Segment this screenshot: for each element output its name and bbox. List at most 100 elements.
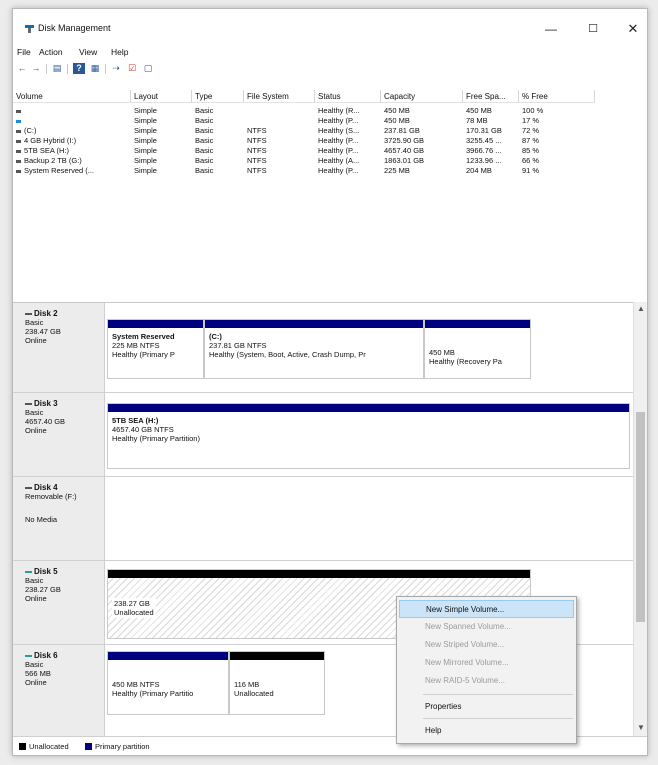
free-space-cell: 3966.76 ... bbox=[466, 146, 502, 155]
disk-size: 238.27 GB bbox=[25, 585, 61, 594]
layout-cell: Simple bbox=[134, 136, 157, 145]
table-row[interactable]: Simple Basic Healthy (P... 450 MB 78 MB … bbox=[13, 116, 613, 126]
partition-5tb-sea[interactable]: 5TB SEA (H:) 4657.40 GB NTFS Healthy (Prim… bbox=[107, 403, 630, 469]
partition-disk-6-unallocated[interactable]: 116 MB Unallocated bbox=[229, 651, 325, 715]
primary-partition-swatch bbox=[85, 743, 92, 750]
percent-free-cell: 17 % bbox=[522, 116, 540, 125]
toolbar-separator bbox=[67, 64, 68, 74]
layout-cell: Simple bbox=[134, 166, 157, 175]
menu-new-simple-volume[interactable]: New Simple Volume... bbox=[399, 600, 574, 618]
column-header-capacity[interactable]: Capacity bbox=[381, 90, 463, 103]
partition-recovery[interactable]: 450 MB Healthy (Recovery Pa bbox=[424, 319, 531, 379]
partition-system-reserved[interactable]: System Reserved 225 MB NTFS Healthy (Prima… bbox=[107, 319, 204, 379]
drive-icon bbox=[16, 109, 21, 113]
file-system-cell: NTFS bbox=[247, 126, 267, 135]
disk-label[interactable]: Disk 2 Basic 238.47 GB Online bbox=[13, 303, 105, 392]
scroll-thumb[interactable] bbox=[636, 412, 645, 622]
menu-view[interactable]: View bbox=[79, 47, 97, 57]
capacity-cell: 3725.90 GB bbox=[384, 136, 425, 145]
column-header-volume[interactable]: Volume bbox=[13, 90, 131, 103]
table-row[interactable]: Backup 2 TB (G:) Simple Basic NTFS Healt… bbox=[13, 156, 613, 166]
layout-cell: Simple bbox=[134, 126, 157, 135]
column-header-file-system[interactable]: File System bbox=[244, 90, 315, 103]
status-cell: Healthy (S... bbox=[318, 126, 360, 135]
disk-type: Basic bbox=[25, 576, 44, 585]
column-header-status[interactable]: Status bbox=[315, 90, 381, 103]
drive-icon bbox=[16, 119, 21, 123]
rescan-icon[interactable]: ⇢ bbox=[110, 63, 122, 74]
disk-icon bbox=[25, 486, 32, 489]
table-row[interactable]: 4 GB Hybrid (I:) Simple Basic NTFS Healt… bbox=[13, 136, 613, 146]
disk-name: Disk 6 bbox=[34, 651, 58, 660]
disk-icon bbox=[25, 570, 32, 573]
menu-new-spanned-volume[interactable]: New Spanned Volume... bbox=[399, 618, 574, 636]
menu-new-striped-volume[interactable]: New Striped Volume... bbox=[399, 636, 574, 654]
disk-state: Online bbox=[25, 426, 47, 435]
help-icon[interactable]: ? bbox=[73, 63, 85, 74]
check-icon[interactable]: ☑ bbox=[126, 63, 138, 74]
status-cell: Healthy (P... bbox=[318, 116, 359, 125]
panes-icon[interactable]: ▦ bbox=[89, 63, 101, 74]
volume-cell: System Reserved (... bbox=[16, 166, 128, 176]
table-row[interactable]: 5TB SEA (H:) Simple Basic NTFS Healthy (… bbox=[13, 146, 613, 156]
disk-management-icon bbox=[25, 25, 34, 33]
disk-row-disk-4: Disk 4 Removable (F:) No Media bbox=[13, 477, 633, 561]
scroll-down-icon[interactable]: ▼ bbox=[637, 723, 645, 732]
menu-help[interactable]: Help bbox=[111, 47, 128, 57]
disk-row-disk-3: Disk 3 Basic 4657.40 GB Online 5TB SEA (… bbox=[13, 393, 633, 477]
menu-file[interactable]: File bbox=[17, 47, 31, 57]
disk-icon bbox=[25, 312, 32, 315]
drive-icon bbox=[16, 169, 21, 173]
type-cell: Basic bbox=[195, 156, 214, 165]
view-icon[interactable]: ▢ bbox=[142, 63, 154, 74]
free-space-cell: 170.31 GB bbox=[466, 126, 502, 135]
percent-free-cell: 91 % bbox=[522, 166, 540, 175]
percent-free-cell: 87 % bbox=[522, 136, 540, 145]
column-header-percent-free[interactable]: % Free bbox=[519, 90, 595, 103]
volume-cell: (C:) bbox=[16, 126, 128, 136]
layout-cell: Simple bbox=[134, 116, 157, 125]
toolbar-separator bbox=[46, 64, 47, 74]
console-tree-icon[interactable]: ▤ bbox=[51, 63, 63, 74]
layout-cell: Simple bbox=[134, 146, 157, 155]
drive-icon bbox=[16, 159, 21, 163]
free-space-cell: 450 MB bbox=[466, 106, 492, 115]
menu-separator bbox=[423, 718, 573, 719]
forward-icon[interactable]: → bbox=[30, 63, 42, 74]
menu-new-raid-5-volume[interactable]: New RAID-5 Volume... bbox=[399, 672, 574, 690]
column-header-layout[interactable]: Layout bbox=[131, 90, 192, 103]
table-row[interactable]: Simple Basic Healthy (R... 450 MB 450 MB… bbox=[13, 106, 613, 116]
disk-size: 238.47 GB bbox=[25, 327, 61, 336]
menu-action[interactable]: Action bbox=[39, 47, 63, 57]
disk-state: Online bbox=[25, 336, 47, 345]
volume-list: Volume Layout Type File System Status Ca… bbox=[13, 90, 613, 295]
disk-label[interactable]: Disk 5 Basic 238.27 GB Online bbox=[13, 561, 105, 644]
free-space-cell: 1233.96 ... bbox=[466, 156, 502, 165]
minimize-button[interactable]: — bbox=[539, 19, 563, 39]
disk-size: 566 MB bbox=[25, 669, 51, 678]
disk-state: Online bbox=[25, 594, 47, 603]
disk-label[interactable]: Disk 3 Basic 4657.40 GB Online bbox=[13, 393, 105, 476]
disk-label[interactable]: Disk 6 Basic 566 MB Online bbox=[13, 645, 105, 736]
table-row[interactable]: System Reserved (... Simple Basic NTFS H… bbox=[13, 166, 613, 176]
back-icon[interactable]: ← bbox=[16, 63, 28, 74]
disk-label[interactable]: Disk 4 Removable (F:) No Media bbox=[13, 477, 105, 560]
disk-type: Basic bbox=[25, 408, 44, 417]
table-row[interactable]: (C:) Simple Basic NTFS Healthy (S... 237… bbox=[13, 126, 613, 136]
close-button[interactable]: ✕ bbox=[621, 19, 645, 39]
menu-new-mirrored-volume[interactable]: New Mirrored Volume... bbox=[399, 654, 574, 672]
maximize-button[interactable]: ☐ bbox=[581, 19, 605, 39]
menu-help-item[interactable]: Help bbox=[399, 722, 574, 740]
scroll-up-icon[interactable]: ▲ bbox=[637, 304, 645, 313]
menu-properties[interactable]: Properties bbox=[399, 698, 574, 716]
partition-c-drive[interactable]: (C:) 237.81 GB NTFS Healthy (System, Boot,… bbox=[204, 319, 424, 379]
column-header-free-space[interactable]: Free Spa... bbox=[463, 90, 519, 103]
unallocated-swatch bbox=[19, 743, 26, 750]
menu-bar: File Action View Help bbox=[13, 45, 647, 59]
layout-cell: Simple bbox=[134, 156, 157, 165]
column-header-type[interactable]: Type bbox=[192, 90, 244, 103]
volume-cell bbox=[16, 106, 128, 116]
partition-disk-6-primary[interactable]: 450 MB NTFS Healthy (Primary Partitio bbox=[107, 651, 229, 715]
capacity-cell: 450 MB bbox=[384, 116, 410, 125]
graphical-view-scrollbar[interactable]: ▲ ▼ bbox=[633, 302, 647, 736]
